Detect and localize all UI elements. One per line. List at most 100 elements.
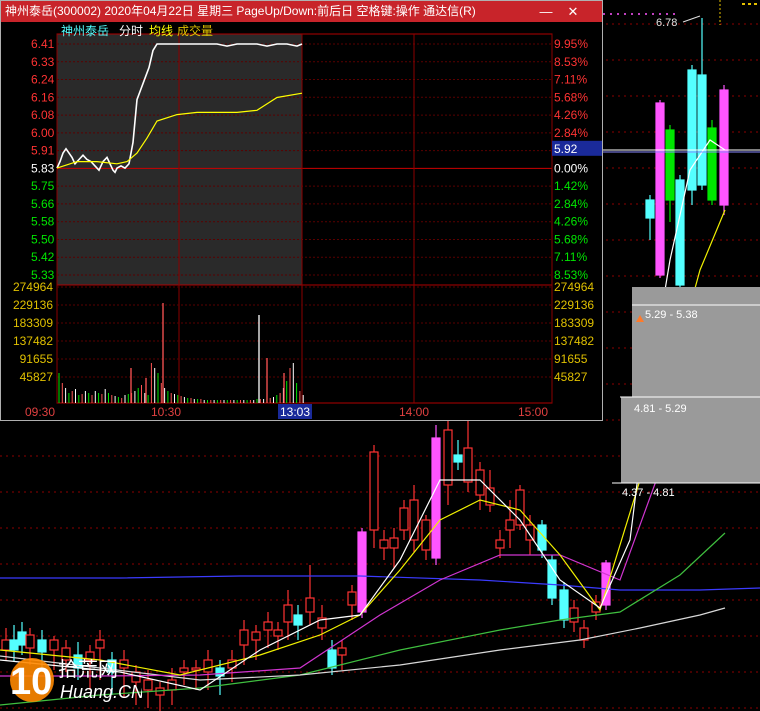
price-tick-label: 5.66 xyxy=(31,197,55,211)
window-title: 神州泰岳(300002) 2020年04月22日 星期三 PageUp/Down… xyxy=(5,4,476,18)
candle-body xyxy=(37,639,47,653)
candle-body xyxy=(203,659,213,673)
high-price-arrow xyxy=(682,15,701,23)
candle-body xyxy=(505,519,515,531)
legend-average: 均线 xyxy=(149,24,173,38)
candle-body xyxy=(369,451,379,531)
percent-tick-label: 2.84% xyxy=(554,126,588,140)
percent-tick-label: 7.11% xyxy=(554,73,587,87)
price-tick-label: 6.33 xyxy=(31,55,55,69)
candle-body xyxy=(431,437,441,559)
candle-body xyxy=(25,634,35,649)
logo-text-bottom: Huang.CN xyxy=(60,682,142,702)
time-tick-label: 13:03 xyxy=(280,405,310,419)
percent-tick-label: 4.26% xyxy=(554,215,588,229)
candle-body xyxy=(95,639,105,649)
candle-body xyxy=(327,649,337,669)
candle-body xyxy=(675,179,685,286)
range-label-2: 4.81 - 5.29 xyxy=(634,403,687,415)
candle-body xyxy=(443,429,453,486)
candle-body xyxy=(293,614,303,626)
candle-body xyxy=(337,647,347,656)
candle-body xyxy=(263,621,273,631)
candle-body xyxy=(655,102,665,276)
logo-number: 10 xyxy=(10,661,52,703)
price-tick-label: 5.83 xyxy=(31,161,55,175)
candle-body xyxy=(707,127,717,201)
volume-tick-left: 183309 xyxy=(13,316,53,330)
time-tick-label: 09:30 xyxy=(25,405,55,419)
legend-fenshi: 分时 xyxy=(119,24,143,38)
price-tick-label: 5.42 xyxy=(31,250,55,264)
candle-body xyxy=(697,74,707,186)
legend-volume: 成交量 xyxy=(177,23,213,38)
price-tick-label: 6.00 xyxy=(31,126,55,140)
candle-body xyxy=(49,639,59,651)
volume-tick-right: 91655 xyxy=(554,352,588,366)
candle-body xyxy=(379,539,389,549)
volume-tick-right: 137482 xyxy=(554,334,594,348)
title-bar[interactable]: 神州泰岳(300002) 2020年04月22日 星期三 PageUp/Down… xyxy=(1,1,602,22)
volume-tick-left: 274964 xyxy=(13,280,53,294)
close-icon[interactable]: ✕ xyxy=(563,1,583,22)
volume-tick-right: 229136 xyxy=(554,298,594,312)
candle-body xyxy=(463,447,473,483)
candle-body xyxy=(453,454,463,463)
percent-tick-label: 2.84% xyxy=(554,197,588,211)
intraday-chart[interactable]: 6.41 9.95% 6.33 8.53% 6.24 7.11% 6.16 5.68% 6.08… xyxy=(1,22,602,420)
candle-body xyxy=(389,537,399,549)
percent-tick-label: 1.42% xyxy=(554,179,588,193)
time-tick-label: 14:00 xyxy=(399,405,429,419)
price-tick-label: 6.41 xyxy=(31,37,55,51)
price-tick-label: 6.08 xyxy=(31,108,55,122)
price-tick-label: 5.91 xyxy=(31,144,55,158)
time-tick-label: 10:30 xyxy=(151,405,181,419)
candle-body xyxy=(143,679,153,691)
percent-tick-label: 0.00% xyxy=(554,161,588,175)
price-tick-label: 5.50 xyxy=(31,232,55,246)
candle-body xyxy=(167,679,177,691)
volume-tick-right: 45827 xyxy=(554,370,588,384)
candle-body xyxy=(1,639,11,651)
volume-tick-left: 91655 xyxy=(20,352,54,366)
candle-body xyxy=(569,607,579,623)
candle-body xyxy=(645,199,655,219)
candle-body xyxy=(559,589,569,621)
intraday-popup-window[interactable]: 神州泰岳(300002) 2020年04月22日 星期三 PageUp/Down… xyxy=(0,0,603,421)
price-tick-label: 6.24 xyxy=(31,73,55,87)
logo-text-top: 拾荒网 xyxy=(58,657,118,681)
range-label-1: 5.29 - 5.38 xyxy=(645,309,698,321)
percent-tick-label: 5.68% xyxy=(554,90,588,104)
candle-body xyxy=(495,539,505,549)
candle-body xyxy=(357,531,367,613)
candle-body xyxy=(179,667,189,673)
candle-body xyxy=(251,631,261,641)
time-tick-label: 15:00 xyxy=(518,405,548,419)
candle-body xyxy=(421,519,431,551)
candle-body xyxy=(547,559,557,599)
candle-body xyxy=(17,631,27,646)
chip-box-upper xyxy=(632,287,760,397)
candle-body xyxy=(305,597,315,613)
legend-stock-name: 神州泰岳 xyxy=(61,24,109,38)
price-tick-label: 6.16 xyxy=(31,90,55,104)
percent-tick-label: 4.26% xyxy=(554,108,588,122)
volume-tick-right: 183309 xyxy=(554,316,594,330)
price-tick-label: 5.58 xyxy=(31,215,55,229)
candle-body xyxy=(665,129,675,201)
candle-body xyxy=(525,524,535,541)
candle-body xyxy=(239,629,249,646)
high-price-label: 6.78 xyxy=(656,17,677,29)
volume-tick-right: 274964 xyxy=(554,280,594,294)
candle-body xyxy=(273,629,283,637)
site-logo: 10 拾荒网 Huang.CN xyxy=(10,657,142,703)
percent-tick-label: 5.68% xyxy=(554,232,588,246)
percent-tick-label: 7.11% xyxy=(554,250,587,264)
price-tick-label: 5.75 xyxy=(31,179,55,193)
volume-tick-left: 229136 xyxy=(13,298,53,312)
percent-tick-label: 8.53% xyxy=(554,55,588,69)
candle-body xyxy=(409,499,419,541)
candle-body xyxy=(347,591,357,606)
minimize-icon[interactable]: — xyxy=(536,1,556,22)
percent-tick-label: 9.95% xyxy=(554,37,588,51)
